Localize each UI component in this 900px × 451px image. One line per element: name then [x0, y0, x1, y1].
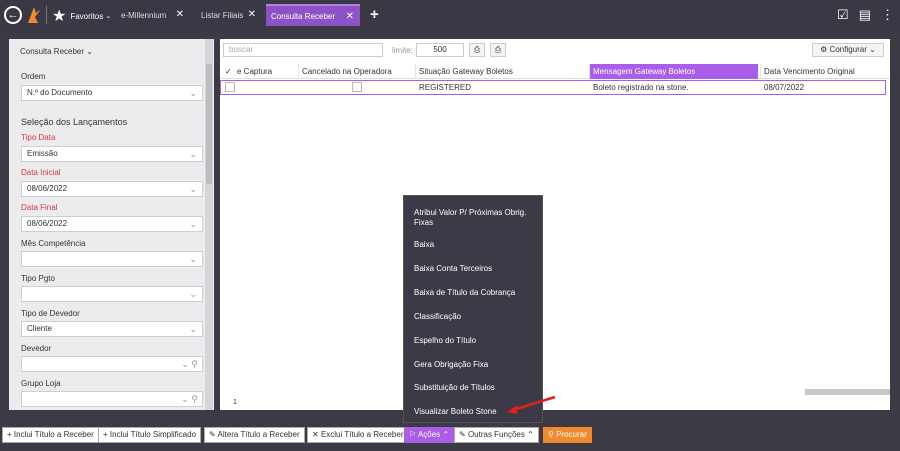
- filter-sidebar: Consulta Receber ⌄ Ordem N.º do Document…: [9, 39, 214, 410]
- tipo-data-label: Tipo Data: [21, 133, 56, 142]
- results-panel: buscar limite: 500 ⎙ ⎙ ⚙ Configurar ⌄ ✓ …: [220, 39, 890, 410]
- menu-item-atribui-valor[interactable]: Atribui Valor P/ Próximas Obrig. Fixas: [414, 208, 539, 228]
- vencimento-cell: 08/07/2022: [764, 83, 805, 92]
- menu-item-baixa[interactable]: Baixa: [414, 240, 539, 250]
- chevron-down-icon: ⌄: [189, 88, 197, 98]
- menu-item-classificacao[interactable]: Classificação: [414, 312, 539, 322]
- chevron-down-icon: ⌄: [189, 219, 197, 229]
- top-bar: ← ★ Favoritos ⌄ e-Millennium ✕ Listar Fi…: [0, 0, 900, 30]
- divider: [46, 6, 47, 24]
- print-icon[interactable]: ⎙: [490, 43, 506, 57]
- column-header[interactable]: Cancelado na Operadora: [298, 64, 415, 79]
- ordem-label: Ordem: [21, 72, 46, 81]
- favorites-menu[interactable]: ★ Favoritos ⌄: [52, 6, 111, 26]
- tipo-pgto-select[interactable]: ⌄: [21, 286, 203, 302]
- search-icon[interactable]: ⌄ ⚲: [181, 357, 198, 371]
- row-checkbox[interactable]: [225, 82, 235, 92]
- table-row[interactable]: REGISTERED Boleto registrado na stone. 0…: [220, 80, 886, 95]
- column-header[interactable]: Mensagem Gateway Boletos: [589, 64, 758, 79]
- altera-titulo-button[interactable]: ✎ Altera Título a Receber: [204, 427, 305, 443]
- red-arrow-annotation: [507, 395, 556, 414]
- tipo-data-select[interactable]: Emissão ⌄: [21, 146, 203, 162]
- data-final-label: Data Final: [21, 203, 58, 212]
- chevron-down-icon: ⌄: [105, 13, 112, 20]
- export-icon[interactable]: ⎙: [469, 43, 485, 57]
- tab-label: Listar Filiais: [201, 10, 244, 20]
- mes-competencia-select[interactable]: ⌄: [21, 251, 203, 267]
- grupo-loja-label: Grupo Loja: [21, 379, 61, 388]
- close-icon[interactable]: ✕: [176, 9, 184, 20]
- chevron-down-icon: ⌄: [189, 184, 197, 194]
- top-right-icons: ☑ ▤ ⋮: [837, 7, 894, 23]
- limit-input[interactable]: 500: [416, 43, 464, 57]
- menu-item-gera-obrigacao-fixa[interactable]: Gera Obrigação Fixa: [414, 360, 539, 370]
- section-title: Seleção dos Lançamentos: [21, 117, 128, 127]
- more-vertical-icon[interactable]: ⋮: [881, 7, 894, 23]
- data-final-field[interactable]: 08/06/2022 ⌄: [21, 216, 203, 232]
- tipo-devedor-select[interactable]: Cliente ⌄: [21, 321, 203, 337]
- tab-label: Consulta Receber: [271, 11, 336, 21]
- chat-icon[interactable]: ▤: [859, 7, 871, 23]
- ordem-select[interactable]: N.º do Documento ⌄: [21, 85, 203, 101]
- data-inicial-field[interactable]: 08/06/2022 ⌄: [21, 181, 203, 197]
- tab-label: e-Millennium: [121, 10, 167, 20]
- devedor-label: Devedor: [21, 344, 52, 353]
- limit-label: limite:: [392, 46, 413, 55]
- tipo-devedor-label: Tipo de Devedor: [21, 309, 80, 318]
- menu-item-baixa-titulo-cobranca[interactable]: Baixa de Título da Cobrança: [414, 288, 539, 298]
- column-header[interactable]: Data Vencimento Original: [760, 64, 890, 79]
- page-number: 1: [233, 399, 237, 406]
- exclui-titulo-button[interactable]: ✕ Exclui Título a Receber: [307, 427, 409, 443]
- horizontal-scrollbar[interactable]: [805, 389, 890, 395]
- outras-funcoes-button[interactable]: ✎ Outras Funções ⌃: [454, 427, 539, 443]
- menu-item-substituicao-titulos[interactable]: Substituição de Títulos: [414, 383, 539, 393]
- acoes-button[interactable]: ⚐ Ações ⌃: [404, 427, 455, 443]
- chevron-down-icon: ⌄: [189, 289, 197, 299]
- mes-competencia-label: Mês Competência: [21, 239, 86, 248]
- menu-item-baixa-conta-terceiros[interactable]: Baixa Conta Terceiros: [414, 264, 539, 274]
- tab-listar-filiais[interactable]: Listar Filiais ✕: [196, 4, 262, 26]
- scrollbar-thumb[interactable]: [206, 64, 212, 184]
- actions-menu: Atribui Valor P/ Próximas Obrig. Fixas B…: [403, 195, 543, 423]
- column-header[interactable]: e Captura: [234, 64, 298, 79]
- tab-consulta-receber[interactable]: Consulta Receber ✕: [266, 4, 360, 26]
- sidebar-scrollbar[interactable]: [205, 39, 213, 410]
- grupo-loja-field[interactable]: ⌄ ⚲: [21, 391, 203, 407]
- star-icon: ★: [52, 8, 67, 25]
- situacao-cell: REGISTERED: [419, 83, 472, 92]
- devedor-field[interactable]: ⌄ ⚲: [21, 356, 203, 372]
- close-icon[interactable]: ✕: [248, 9, 256, 20]
- mensagem-cell: Boleto registrado na stone.: [593, 83, 689, 92]
- clipboard-icon[interactable]: ☑: [837, 7, 849, 23]
- data-inicial-label: Data Inicial: [21, 168, 61, 177]
- inclui-titulo-button[interactable]: + Inclui Título a Receber: [2, 427, 99, 443]
- search-icon[interactable]: ⌄ ⚲: [181, 392, 198, 406]
- app-logo-icon: [28, 7, 41, 23]
- chevron-down-icon: ⌄: [86, 47, 93, 56]
- cancelado-checkbox[interactable]: [352, 82, 362, 92]
- table-header: ✓ e Captura Cancelado na Operadora Situa…: [220, 64, 890, 79]
- bottom-toolbar: + Inclui Título a Receber + Inclui Títul…: [0, 426, 900, 451]
- favorites-label: Favoritos: [70, 11, 104, 21]
- menu-item-espelho-titulo[interactable]: Espelho do Título: [414, 336, 539, 346]
- inclui-simplificado-button[interactable]: + Inclui Título Simplificado: [98, 427, 202, 443]
- new-tab-icon[interactable]: +: [370, 7, 379, 22]
- chevron-down-icon: ⌄: [189, 324, 197, 334]
- sidebar-title[interactable]: Consulta Receber ⌄: [20, 47, 93, 56]
- tipo-pgto-label: Tipo Pgto: [21, 274, 55, 283]
- procurar-button[interactable]: ⚲ Procurar: [543, 427, 592, 443]
- close-icon[interactable]: ✕: [346, 11, 354, 22]
- configure-button[interactable]: ⚙ Configurar ⌄: [812, 43, 884, 57]
- chevron-down-icon: ⌄: [189, 149, 197, 159]
- tab-e-millennium[interactable]: e-Millennium ✕: [116, 4, 190, 26]
- chevron-down-icon: ⌄: [189, 254, 197, 264]
- check-icon[interactable]: ✓: [222, 64, 234, 79]
- back-icon[interactable]: ←: [4, 6, 22, 24]
- column-header[interactable]: Situação Gateway Boletos: [415, 64, 589, 79]
- search-input[interactable]: buscar: [223, 43, 383, 57]
